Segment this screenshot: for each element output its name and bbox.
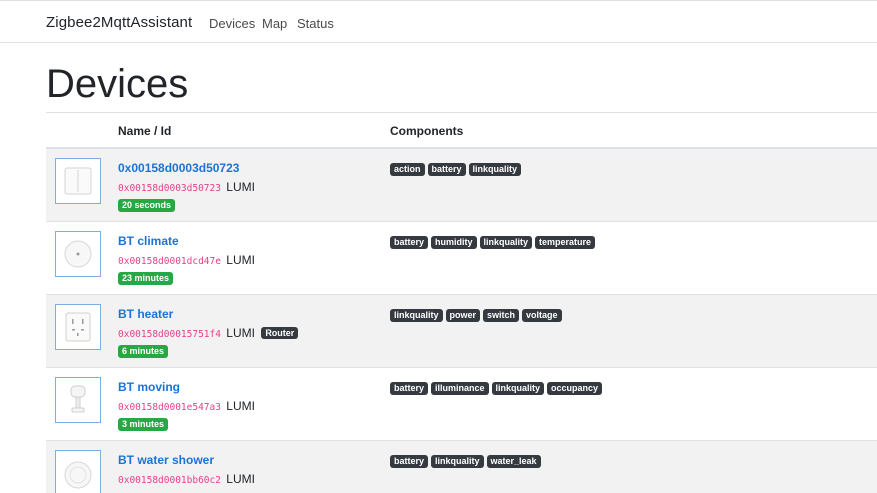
navbar-brand[interactable]: Zigbee2MqttAssistant bbox=[46, 14, 192, 31]
component-badge: linkquality bbox=[390, 309, 443, 322]
components-list: battery linkquality water_leak bbox=[390, 455, 541, 468]
device-id: 0x00158d0003d50723 bbox=[118, 183, 221, 194]
component-badge: battery bbox=[427, 163, 466, 176]
router-badge: Router bbox=[261, 327, 299, 339]
device-vendor: LUMI bbox=[226, 399, 255, 413]
component-badge: water_leak bbox=[486, 455, 541, 468]
nav-link-status[interactable]: Status bbox=[297, 16, 334, 31]
device-id-line: 0x00158d00015751f4 LUMI Router bbox=[118, 326, 299, 340]
water-leak-sensor-icon bbox=[64, 461, 92, 489]
device-vendor: LUMI bbox=[226, 253, 255, 267]
table-header: Name / Id Components bbox=[46, 112, 877, 149]
device-id-line: 0x00158d0001bb60c2 LUMI bbox=[118, 472, 255, 486]
device-id: 0x00158d0001e547a3 bbox=[118, 402, 221, 413]
device-thumbnail[interactable] bbox=[55, 450, 101, 493]
device-id-line: 0x00158d0001e547a3 LUMI bbox=[118, 399, 255, 413]
device-id: 0x00158d00015751f4 bbox=[118, 329, 221, 340]
nav-link-map[interactable]: Map bbox=[262, 16, 287, 31]
device-name-link[interactable]: BT heater bbox=[118, 307, 173, 321]
component-badge: illuminance bbox=[431, 382, 489, 395]
device-vendor: LUMI bbox=[226, 326, 255, 340]
components-list: battery humidity linkquality temperature bbox=[390, 236, 596, 249]
last-seen-badge: 3 minutes bbox=[118, 418, 169, 431]
table-row: 0x00158d0003d50723 0x00158d0003d50723 LU… bbox=[46, 149, 877, 222]
component-badge: occupancy bbox=[547, 382, 603, 395]
table-row: BT climate 0x00158d0001dcd47e LUMI 23 mi… bbox=[46, 222, 877, 295]
component-badge: action bbox=[390, 163, 425, 176]
device-name-link[interactable]: BT moving bbox=[118, 380, 180, 394]
device-vendor: LUMI bbox=[226, 180, 255, 194]
component-badge: switch bbox=[483, 309, 520, 322]
component-badge: linkquality bbox=[491, 382, 545, 395]
component-badge: voltage bbox=[522, 309, 562, 322]
last-seen-badge: 23 minutes bbox=[118, 272, 174, 285]
device-thumbnail[interactable] bbox=[55, 231, 101, 277]
device-id-line: 0x00158d0003d50723 LUMI bbox=[118, 180, 255, 194]
device-thumbnail[interactable] bbox=[55, 158, 101, 204]
component-badge: linkquality bbox=[431, 455, 484, 468]
component-badge: battery bbox=[390, 382, 429, 395]
motion-sensor-icon bbox=[70, 385, 86, 413]
components-list: linkquality power switch voltage bbox=[390, 309, 562, 322]
components-list: action battery linkquality bbox=[390, 163, 522, 176]
component-badge: power bbox=[445, 309, 481, 322]
component-badge: battery bbox=[390, 236, 429, 249]
device-thumbnail[interactable] bbox=[55, 304, 101, 350]
device-id-line: 0x00158d0001dcd47e LUMI bbox=[118, 253, 255, 267]
device-id: 0x00158d0001bb60c2 bbox=[118, 475, 221, 486]
component-badge: linkquality bbox=[468, 163, 522, 176]
climate-sensor-icon bbox=[64, 240, 92, 268]
table-row: BT heater 0x00158d00015751f4 LUMI Router… bbox=[46, 295, 877, 368]
device-name-link[interactable]: BT water shower bbox=[118, 453, 214, 467]
device-thumbnail[interactable] bbox=[55, 377, 101, 423]
table-row: BT water shower 0x00158d0001bb60c2 LUMI … bbox=[46, 441, 877, 493]
device-id: 0x00158d0001dcd47e bbox=[118, 256, 221, 267]
component-badge: battery bbox=[390, 455, 429, 468]
column-header-components: Components bbox=[390, 124, 464, 138]
last-seen-badge: 20 seconds bbox=[118, 199, 176, 212]
table-row: BT moving 0x00158d0001e547a3 LUMI 3 minu… bbox=[46, 368, 877, 441]
device-vendor: LUMI bbox=[226, 472, 255, 486]
column-header-name: Name / Id bbox=[118, 124, 172, 138]
wall-switch-icon bbox=[64, 167, 92, 195]
component-badge: temperature bbox=[535, 236, 596, 249]
component-badge: humidity bbox=[431, 236, 477, 249]
device-name-link[interactable]: 0x00158d0003d50723 bbox=[118, 161, 239, 175]
nav-link-devices[interactable]: Devices bbox=[209, 16, 255, 31]
component-badge: linkquality bbox=[479, 236, 533, 249]
top-navbar: Zigbee2MqttAssistant Devices Map Status bbox=[0, 0, 877, 43]
device-name-link[interactable]: BT climate bbox=[118, 234, 179, 248]
page-title: Devices bbox=[46, 62, 189, 106]
wall-outlet-icon bbox=[65, 312, 91, 342]
components-list: battery illuminance linkquality occupanc… bbox=[390, 382, 603, 395]
last-seen-badge: 6 minutes bbox=[118, 345, 169, 358]
